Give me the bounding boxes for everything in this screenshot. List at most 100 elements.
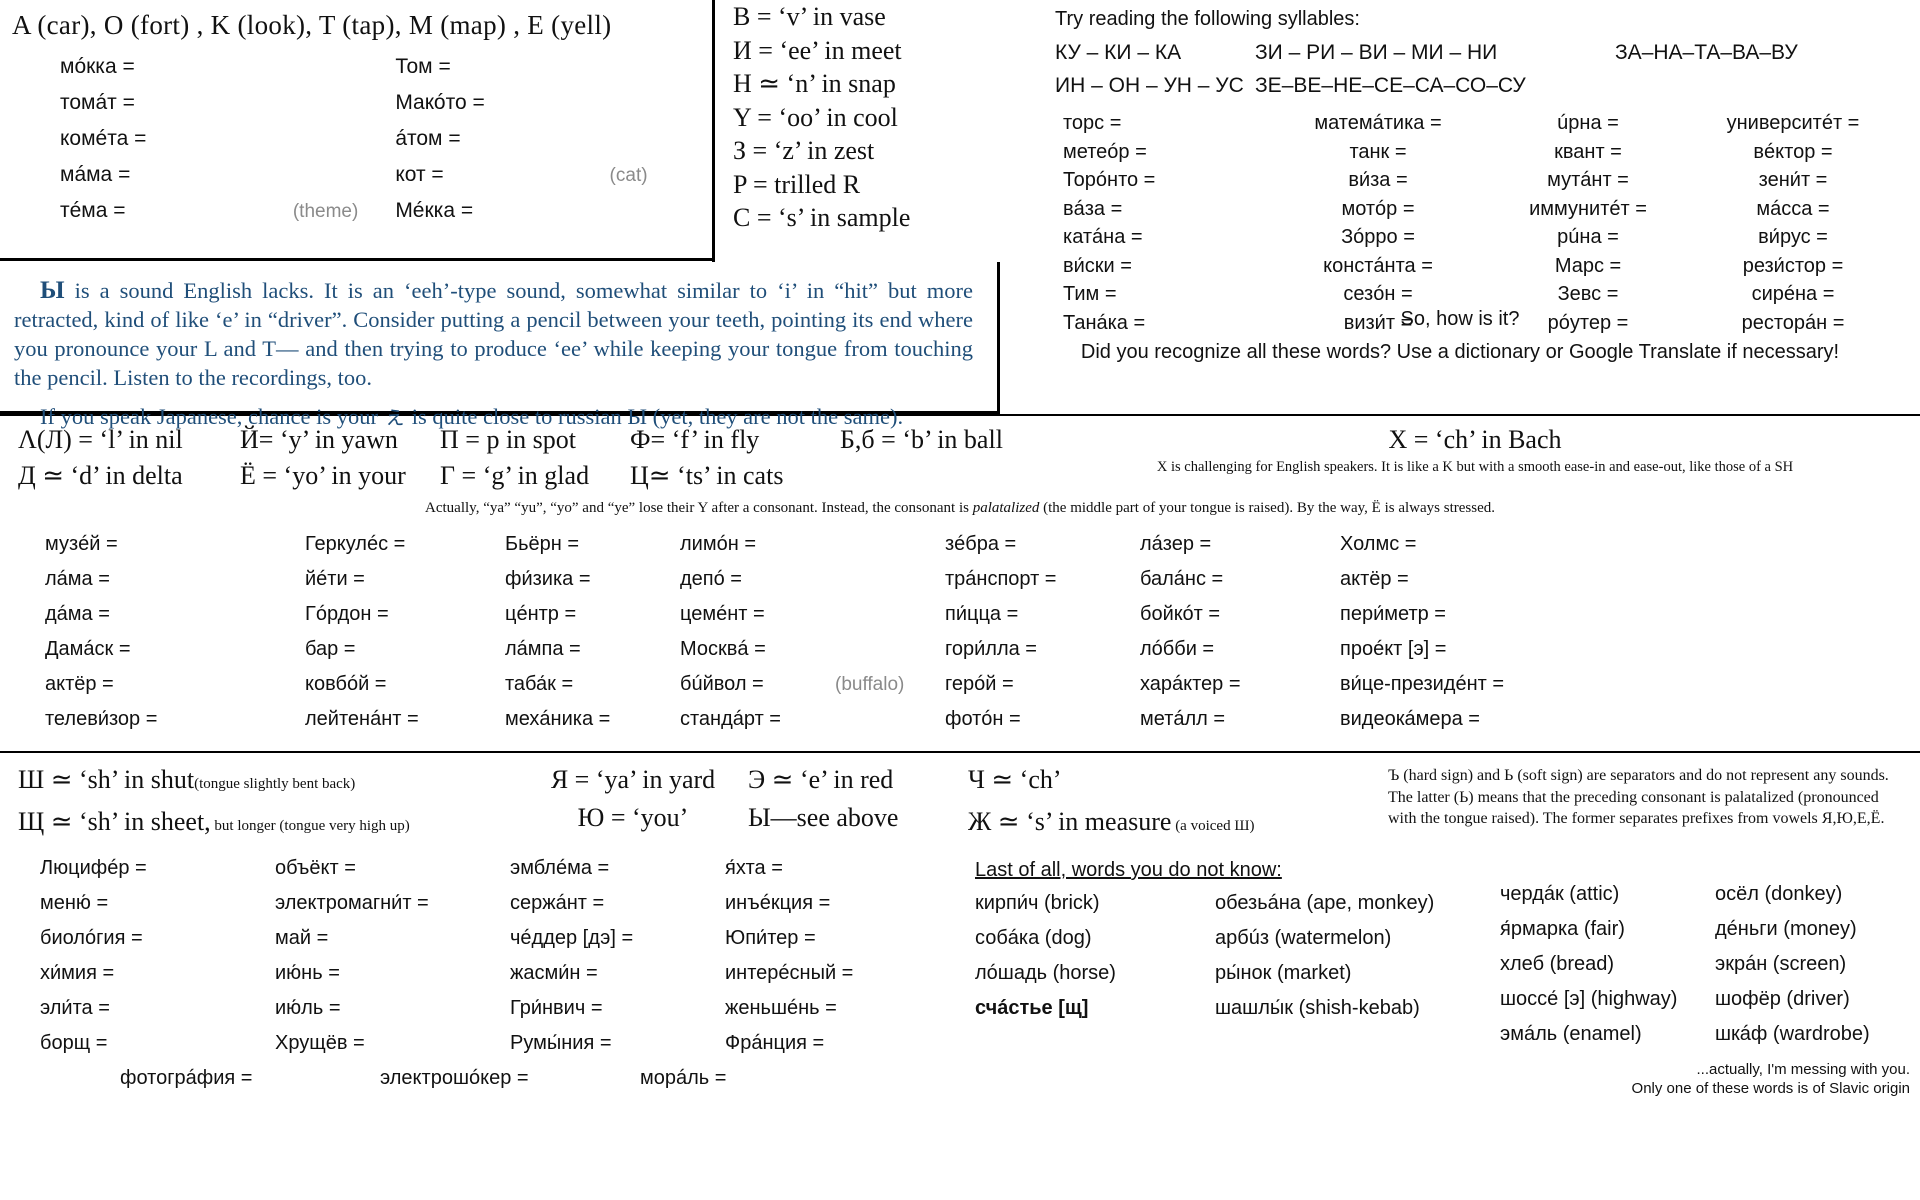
gloss-cell: (buffalo) <box>835 674 905 695</box>
word-cell: осёл (donkey) <box>1715 883 1843 905</box>
word-cell: харáктер = <box>1140 673 1241 695</box>
table-row: мáма = кот = (cat) <box>0 163 712 199</box>
word-cell: матемáтика = <box>1314 112 1442 134</box>
word-cell: видеокáмера = <box>1340 708 1480 730</box>
word-cell: хи́мия = <box>40 962 115 984</box>
letter-key-main: Ш ≃ ‘sh’ in shut <box>18 765 195 794</box>
word-cell: Торóнто = <box>1063 169 1156 191</box>
word-grid-consonants: музéй = Геркулéс = Бьёрн = лимóн = зéбра… <box>0 533 1920 743</box>
letter-key-line: Й= ‘y’ in yawn <box>240 425 398 454</box>
footnote-line-1: ...actually, I'm messing with you. <box>1696 1061 1911 1078</box>
word-cell: эмблéма = <box>510 857 610 879</box>
table-row: хи́мия = ию́нь = жасми́н = интерéсный = <box>0 962 965 997</box>
letter-key-col: Я = ‘ya’ in yard Ю = ‘you’ <box>518 761 748 845</box>
table-row: эмáль (enamel) шкáф (wardrobe) <box>1500 1023 1920 1058</box>
table-row: хлеб (bread) экрáн (screen) <box>1500 953 1920 988</box>
word-cell: лимóн = <box>680 533 756 555</box>
syllable-row: ИН – ОН – УН – УС ЗЕ–ВЕ–НЕ–СЕ–СА–СО–СУ <box>1055 74 1920 98</box>
letter-key-col: Ф= ‘f’ in fly Ц≃ ‘ts’ in cats <box>630 422 840 494</box>
word-cell: дáма = <box>45 603 110 625</box>
table-row: музéй = Геркулéс = Бьёрн = лимóн = зéбра… <box>0 533 1920 568</box>
yery-paragraph-1-text: is a sound English lacks. It is an ‘eeh’… <box>14 278 973 390</box>
word-cell: вáза = <box>1063 197 1123 220</box>
word-cell: Хрущёв = <box>275 1032 365 1054</box>
word-cell: пи́цца = <box>945 603 1019 625</box>
word-cell: тéма = <box>60 199 126 222</box>
word-cell: экрáн (screen) <box>1715 953 1847 975</box>
table-row: лáма = йéти = фи́зика = депó = трáнспорт… <box>0 568 1920 603</box>
yery-text-box: Ы is a sound English lacks. It is an ‘ee… <box>0 262 1000 429</box>
unknown-words-title: Last of all, words you do not know: <box>975 859 1282 881</box>
word-cell: электрошóкер = <box>380 1067 529 1089</box>
letter-key-col: Ч ≃ ‘ch’ Ж ≃ ‘s’ in measure (a voiced Ш) <box>968 761 1388 845</box>
quiz-question-2: Did you recognize all these words? Use a… <box>1080 341 1840 363</box>
consonant-key-line: B = ‘v’ in vase <box>733 2 886 31</box>
word-cell: Гóрдон = <box>305 603 389 625</box>
letter-key-row: Λ(Л) = ‘l’ in nil Д ≃ ‘d’ in delta Й= ‘y… <box>0 422 1920 494</box>
word-cell: áтом = <box>395 127 461 150</box>
word-cell: мутáнт = <box>1547 169 1629 191</box>
table-row: кирпи́ч (brick) обезьáна (ape, monkey) <box>975 892 1500 927</box>
word-cell: ковбóй = <box>305 673 387 695</box>
table-row: борщ = Хрущёв = Румы́ния = Фрáнция = <box>0 1032 965 1067</box>
letter-key-line: Ж ≃ ‘s’ in measure (a voiced Ш) <box>968 803 1388 845</box>
letter-key-main: Ч ≃ ‘ch’ <box>968 765 1062 794</box>
word-cell: Макóто = <box>395 91 485 114</box>
word-cell: Юпи́тер = <box>725 927 816 949</box>
word-cell: лóшадь (horse) <box>975 962 1116 984</box>
word-cell: Фрáнция = <box>725 1032 825 1054</box>
gloss-cell: (theme) <box>292 201 359 222</box>
word-cell: хлеб (bread) <box>1500 953 1615 975</box>
word-cell: мáма = <box>60 163 131 186</box>
word-grid-vowels: мóкка = Том = томáт = Макóто = комéта = … <box>0 55 712 235</box>
letter-key-col: Й= ‘y’ in yawn Ё = ‘yo’ in your <box>240 422 440 494</box>
table-row: собáка (dog) арбúз (watermelon) <box>975 927 1500 962</box>
word-cell: морáль = <box>640 1067 727 1089</box>
word-cell: музéй = <box>45 533 118 555</box>
word-cell: проéкт [э] = <box>1340 638 1447 660</box>
syllable-intro: Try reading the following syllables: <box>1055 8 1360 30</box>
table-row: я́рмарка (fair) дéньги (money) <box>1500 918 1920 953</box>
word-cell: зени́т = <box>1758 169 1828 191</box>
word-cell: трáнспорт = <box>945 568 1057 590</box>
word-cell: сержáнт = <box>510 892 605 914</box>
letter-key-col: Б,б = ‘b’ in ball <box>840 422 1050 494</box>
word-cell: гори́лла = <box>945 638 1037 660</box>
footnote-line-2: Only one of these words is of Slavic ori… <box>1631 1080 1910 1097</box>
syllable-group: КУ – КИ – КА <box>1055 41 1182 64</box>
section-vowels-consonants: A (car), O (fort) , K (look), T (tap), M… <box>0 0 1920 334</box>
word-cell: комéта = <box>60 127 147 150</box>
word-cell: торс = <box>1063 112 1122 134</box>
word-cell: дéньги (money) <box>1715 918 1857 940</box>
word-cell: рúна = <box>1557 226 1619 248</box>
syllable-group: ЗИ – РИ – ВИ – МИ – НИ <box>1255 41 1498 64</box>
word-cell: эмáль (enamel) <box>1500 1023 1642 1045</box>
letter-key-row: Ш ≃ ‘sh’ in shut(tongue slightly bent ba… <box>0 761 1920 845</box>
letter-key-line: Ё = ‘yo’ in your <box>240 461 406 490</box>
word-cell: цéнтр = <box>505 603 577 625</box>
word-cell: ию́ль = <box>275 997 341 1019</box>
table-row: меню́ = электромагни́т = сержáнт = инъéк… <box>0 892 965 927</box>
word-cell: мотóр = <box>1341 197 1415 220</box>
word-cell: я́хта = <box>725 857 783 879</box>
word-cell: меню́ = <box>40 892 109 914</box>
letter-key-line: Ы—see above <box>748 803 899 832</box>
word-cell: мехáника = <box>505 708 611 730</box>
x-explanation-note: X is challenging for English speakers. I… <box>1156 459 1794 475</box>
word-cell: шкáф (wardrobe) <box>1715 1023 1870 1045</box>
word-cell: лейтенáнт = <box>305 708 419 730</box>
word-cell: чердáк (attic) <box>1500 883 1620 905</box>
consonant-key-line: З = ‘z’ in zest <box>733 136 875 165</box>
letter-key-line: Ч ≃ ‘ch’ <box>968 761 1388 803</box>
word-cell: Зóрро = <box>1341 226 1415 248</box>
word-cell: счáстье [щ] <box>975 997 1089 1019</box>
palatalization-note-part2: (the middle part of your tongue is raise… <box>1039 500 1495 516</box>
word-cell: женьшéнь = <box>725 997 837 1019</box>
word-cell: арбúз (watermelon) <box>1215 927 1392 949</box>
word-cell: герóй = <box>945 673 1014 695</box>
word-cell: интерéсный = <box>725 962 854 984</box>
vowel-key-line: A (car), O (fort) , K (look), T (tap), M… <box>12 10 612 40</box>
word-cell: мáсса = <box>1756 197 1830 220</box>
word-cell: телеви́зор = <box>45 708 158 730</box>
word-cell: Румы́ния = <box>510 1032 612 1054</box>
